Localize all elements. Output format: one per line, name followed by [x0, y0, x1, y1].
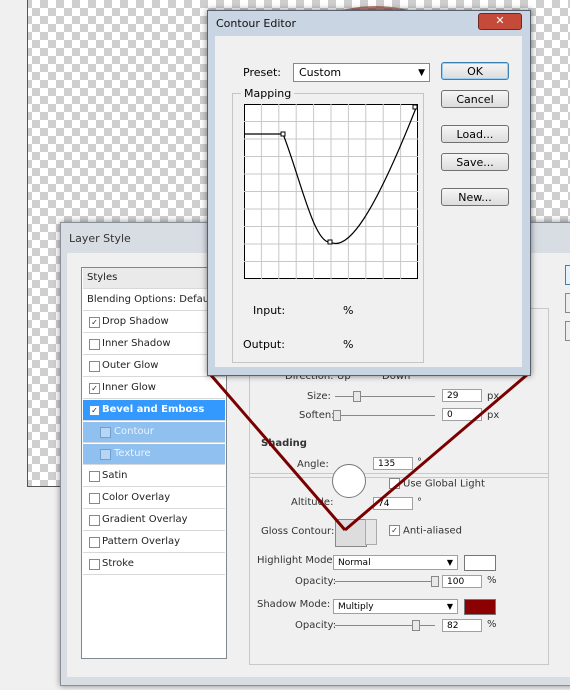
chevron-down-icon: ▼	[418, 68, 425, 78]
load-button[interactable]: Load...	[441, 125, 509, 143]
input-label: Input:	[253, 304, 286, 317]
new-button[interactable]: New...	[441, 188, 509, 206]
callout-line-right	[344, 372, 529, 532]
close-button[interactable]: ✕	[478, 13, 522, 30]
callout-line-left	[208, 373, 347, 531]
output-unit: %	[343, 338, 354, 351]
cancel-button[interactable]: Cancel	[441, 90, 509, 108]
contour-editor-body: Preset: Custom ▼ Mapping Input: % Output:…	[215, 36, 522, 367]
contour-graph[interactable]	[244, 104, 418, 279]
mapping-label: Mapping	[241, 87, 295, 100]
close-icon: ✕	[495, 14, 505, 27]
input-unit: %	[343, 304, 354, 317]
preset-dropdown[interactable]: Custom ▼	[293, 63, 430, 82]
preset-label: Preset:	[243, 66, 282, 79]
output-label: Output:	[243, 338, 285, 351]
contour-editor-title: Contour Editor	[216, 17, 296, 30]
contour-editor-dialog: Contour Editor ✕ Preset: Custom ▼ Mapping…	[207, 10, 531, 376]
save-button[interactable]: Save...	[441, 153, 509, 171]
ok-button[interactable]: OK	[441, 62, 509, 80]
